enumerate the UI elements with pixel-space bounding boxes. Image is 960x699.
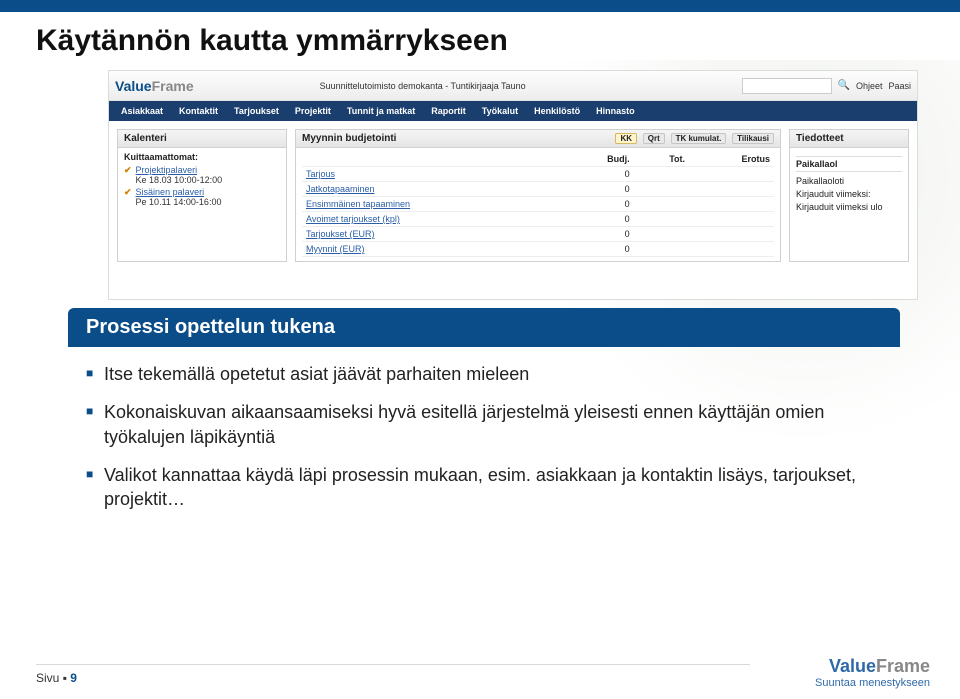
brand-footer: ValueFrame Suuntaa menestykseen	[815, 656, 930, 689]
footer-page-number: 9	[70, 671, 77, 685]
calendar-item-title: Sisäinen palaveri	[136, 187, 222, 197]
row-label[interactable]: Tarjoukset (EUR)	[306, 229, 375, 239]
row-value: 0	[563, 242, 634, 257]
row-value: 0	[563, 182, 634, 197]
table-row: Tarjoukset (EUR) 0	[302, 227, 774, 242]
calendar-item-time: Ke 18.03 10:00-12:00	[136, 175, 223, 185]
top-accent-bar	[0, 0, 960, 12]
panel-calendar-head: Kalenteri	[118, 130, 286, 148]
tab-tilikausi[interactable]: Tilikausi	[732, 133, 774, 144]
row-label[interactable]: Avoimet tarjoukset (kpl)	[306, 214, 400, 224]
table-row: Avoimet tarjoukset (kpl) 0	[302, 212, 774, 227]
brand-frame: Frame	[876, 656, 930, 676]
footer-divider	[36, 664, 750, 665]
row-value: 0	[563, 227, 634, 242]
col-tot: Tot.	[634, 152, 689, 167]
table-row: Myynnit (EUR) 0	[302, 242, 774, 257]
col-erotus: Erotus	[689, 152, 774, 167]
check-icon: ✔	[124, 187, 132, 198]
calendar-item-title: Projektipalaveri	[136, 165, 223, 175]
footer-page: Sivu ▪ 9	[36, 671, 77, 685]
slide-title: Käytännön kautta ymmärrykseen	[36, 24, 508, 58]
brand-tagline: Suuntaa menestykseen	[815, 677, 930, 689]
info-line: Kirjauduit viimeksi ulo	[796, 202, 902, 212]
budget-table: Budj. Tot. Erotus Tarjous 0 Jatkotapaamin…	[302, 152, 774, 257]
panel-budget-head: Myynnin budjetointi KK Qrt TK kumulat. T…	[296, 130, 780, 148]
calendar-item[interactable]: ✔ Sisäinen palaveri Pe 10.11 14:00-16:00	[124, 187, 280, 207]
app-screenshot: ValueFrame Suunnittelutoimisto demokanta…	[108, 70, 918, 300]
nav-asiakkaat[interactable]: Asiakkaat	[113, 101, 171, 121]
info-line: Kirjauduit viimeksi:	[796, 189, 902, 199]
header-link-help[interactable]: Ohjeet	[856, 81, 883, 91]
bullet-item: Valikot kannattaa käydä läpi prosessin m…	[86, 463, 882, 512]
panel-budget: Myynnin budjetointi KK Qrt TK kumulat. T…	[295, 129, 781, 262]
table-row: Ensimmäinen tapaaminen 0	[302, 197, 774, 212]
tab-kk[interactable]: KK	[615, 133, 637, 144]
bullet-item: Itse tekemällä opetetut asiat jäävät par…	[86, 362, 882, 386]
panel-info: Tiedotteet Paikallaol Paikallaoloti Kirj…	[789, 129, 909, 262]
nav-kontaktit[interactable]: Kontaktit	[171, 101, 226, 121]
row-label[interactable]: Jatkotapaaminen	[306, 184, 375, 194]
tab-tkkumulat[interactable]: TK kumulat.	[671, 133, 727, 144]
logo-frame: Frame	[152, 78, 194, 94]
content-heading: Prosessi opettelun tukena	[68, 308, 900, 347]
calendar-item-time: Pe 10.11 14:00-16:00	[136, 197, 222, 207]
footer-label: Sivu	[36, 671, 59, 685]
panel-info-body: Paikallaol Paikallaoloti Kirjauduit viim…	[790, 148, 908, 219]
bullet-item: Kokonaiskuvan aikaansaamiseksi hyvä esit…	[86, 400, 882, 449]
calendar-item[interactable]: ✔ Projektipalaveri Ke 18.03 10:00-12:00	[124, 165, 280, 185]
panel-calendar-body: Kuittaamattomat: ✔ Projektipalaveri Ke 1…	[118, 148, 286, 213]
info-line: Paikallaoloti	[796, 176, 902, 186]
col-budj: Budj.	[563, 152, 634, 167]
main-nav: Asiakkaat Kontaktit Tarjoukset Projektit…	[109, 101, 917, 121]
panel-calendar: Kalenteri Kuittaamattomat: ✔ Projektipal…	[117, 129, 287, 262]
calendar-section-label: Kuittaamattomat:	[124, 152, 280, 162]
nav-hinnasto[interactable]: Hinnasto	[588, 101, 643, 121]
app-header: ValueFrame Suunnittelutoimisto demokanta…	[109, 71, 917, 101]
nav-tarjoukset[interactable]: Tarjoukset	[226, 101, 287, 121]
search-input[interactable]	[742, 78, 832, 94]
table-row: Jatkotapaaminen 0	[302, 182, 774, 197]
dashboard-row: Kalenteri Kuittaamattomat: ✔ Projektipal…	[109, 121, 917, 270]
row-label[interactable]: Ensimmäinen tapaaminen	[306, 199, 410, 209]
brand-value: Value	[829, 656, 876, 676]
app-logo: ValueFrame	[115, 78, 194, 94]
panel-info-head: Tiedotteet	[790, 130, 908, 148]
panel-budget-title: Myynnin budjetointi	[302, 133, 396, 144]
table-row: Tarjous 0	[302, 167, 774, 182]
header-link-paasi[interactable]: Paasi	[888, 81, 911, 91]
nav-tunnit[interactable]: Tunnit ja matkat	[339, 101, 423, 121]
nav-raportit[interactable]: Raportit	[423, 101, 474, 121]
check-icon: ✔	[124, 165, 132, 176]
app-subtitle: Suunnittelutoimisto demokanta - Tuntikir…	[320, 81, 526, 91]
row-value: 0	[563, 197, 634, 212]
bullet-list: Itse tekemällä opetetut asiat jäävät par…	[68, 352, 900, 525]
logo-value: Value	[115, 78, 152, 94]
nav-tyokalut[interactable]: Työkalut	[474, 101, 526, 121]
row-value: 0	[563, 212, 634, 227]
search-icon[interactable]: 🔍	[838, 80, 850, 91]
nav-henkilosto[interactable]: Henkilöstö	[526, 101, 588, 121]
panel-budget-body: Budj. Tot. Erotus Tarjous 0 Jatkotapaamin…	[296, 148, 780, 261]
row-value: 0	[563, 167, 634, 182]
nav-projektit[interactable]: Projektit	[287, 101, 339, 121]
app-header-right: 🔍 Ohjeet Paasi	[742, 78, 912, 94]
tab-qrt[interactable]: Qrt	[643, 133, 665, 144]
row-label[interactable]: Tarjous	[306, 169, 335, 179]
info-section: Paikallaol	[796, 156, 902, 172]
row-label[interactable]: Myynnit (EUR)	[306, 244, 365, 254]
